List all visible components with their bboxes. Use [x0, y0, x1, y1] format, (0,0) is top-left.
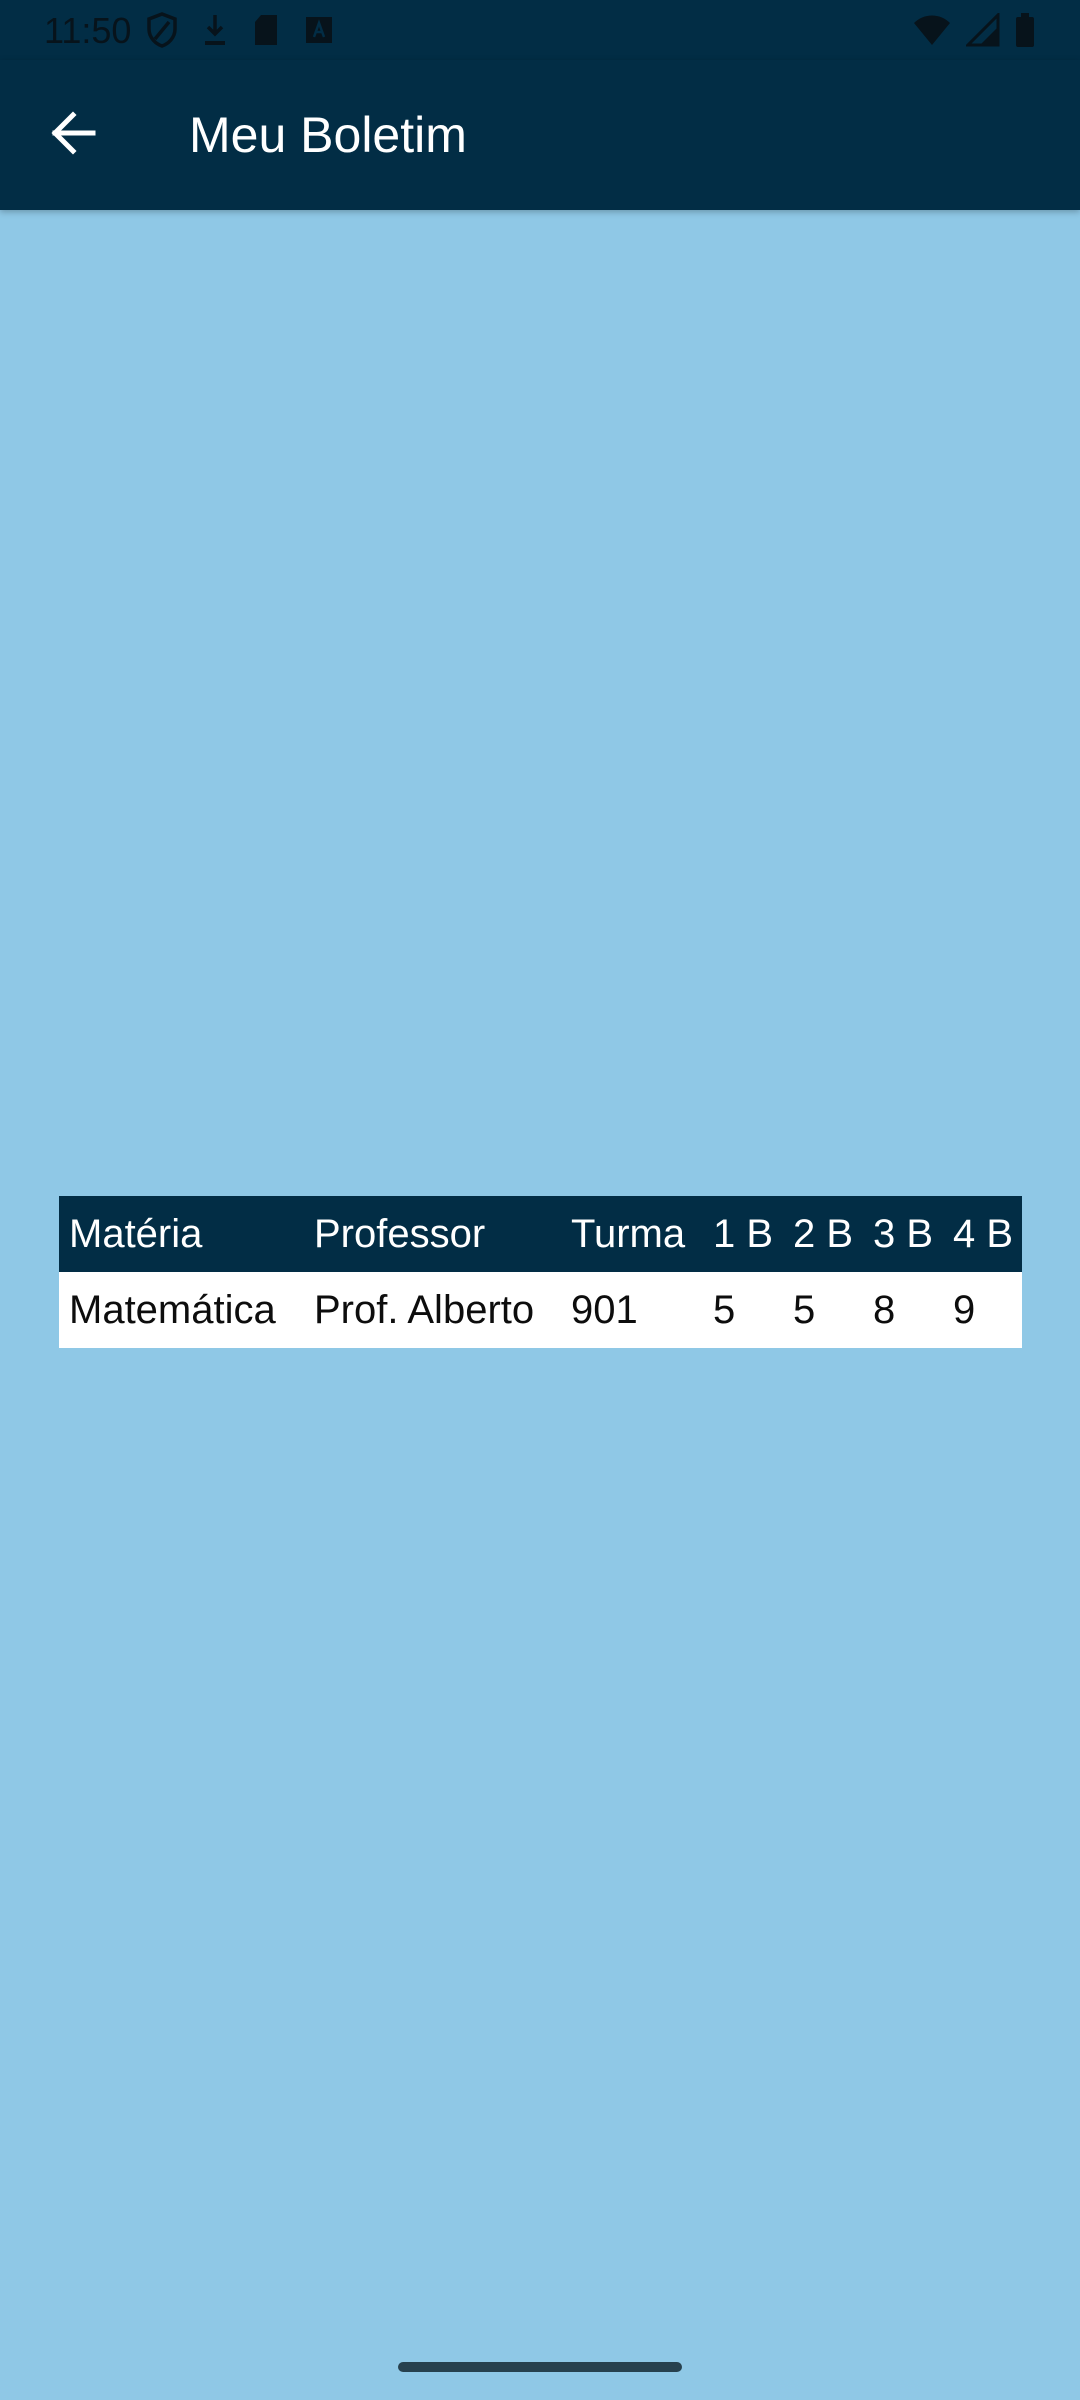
cell-materia: Matemática: [69, 1287, 276, 1332]
cell-turma: 901: [571, 1287, 638, 1332]
header-professor: Professor: [314, 1211, 486, 1256]
table-header-row: Matéria Professor Turma 1 B 2 B 3 B 4 B: [59, 1196, 1022, 1272]
signal-icon: [964, 11, 1000, 52]
home-indicator[interactable]: [398, 2362, 682, 2372]
status-bar: 11:50: [0, 0, 1080, 60]
cell-professor: Prof. Alberto: [314, 1287, 535, 1332]
status-icons-left: [146, 12, 334, 53]
sd-card-icon: [252, 13, 280, 52]
battery-icon: [1014, 12, 1036, 53]
header-4b: 4 B: [953, 1211, 1014, 1256]
status-time: 11:50: [44, 10, 132, 51]
page-title: Meu Boletim: [189, 107, 467, 163]
app-bar: Meu Boletim: [0, 60, 1080, 210]
download-icon: [202, 13, 228, 52]
header-materia: Matéria: [69, 1211, 203, 1256]
wifi-icon: [912, 13, 952, 52]
cell-grade-2b: 5: [793, 1287, 816, 1332]
cell-grade-4b: 9: [953, 1287, 976, 1332]
header-turma: Turma: [571, 1211, 686, 1256]
back-button[interactable]: [40, 102, 106, 168]
header-2b: 2 B: [793, 1211, 854, 1256]
report-table: Matéria Professor Turma 1 B 2 B 3 B 4 B …: [59, 1196, 1022, 1348]
status-icons-right: [912, 11, 1036, 53]
header-1b: 1 B: [713, 1211, 774, 1256]
text-a-icon: [304, 15, 334, 50]
shield-icon: [146, 12, 178, 53]
header-3b: 3 B: [873, 1211, 934, 1256]
table-row: Matemática Prof. Alberto 901 5 5 8 9: [59, 1272, 1022, 1348]
arrow-left-icon: [49, 110, 97, 160]
cell-grade-3b: 8: [873, 1287, 896, 1332]
cell-grade-1b: 5: [713, 1287, 736, 1332]
